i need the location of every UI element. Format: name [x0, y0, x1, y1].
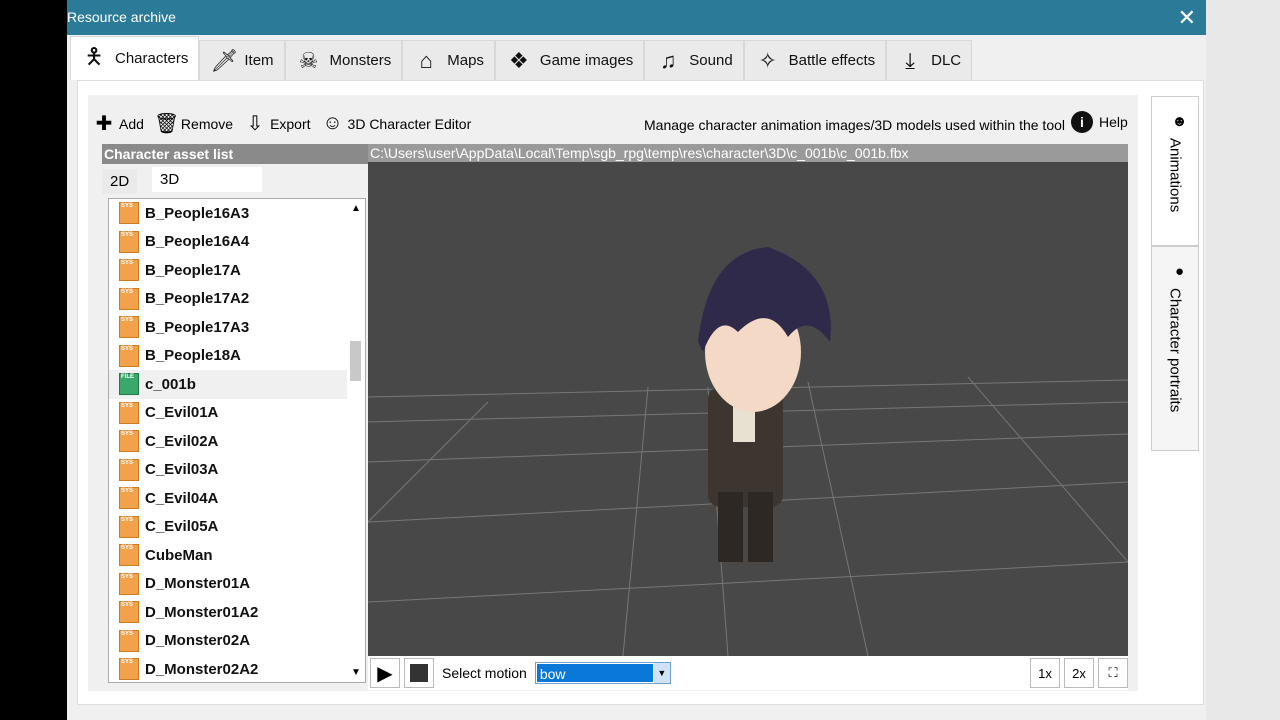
- person-icon: 🯅: [84, 43, 104, 69]
- zoom-2x-button[interactable]: 2x: [1064, 658, 1094, 688]
- 3d-viewer[interactable]: C:\Users\user\AppData\Local\Temp\sgb_rpg…: [367, 144, 1129, 657]
- sys-file-icon: SYS: [119, 544, 139, 567]
- close-icon[interactable]: ✕: [1178, 0, 1196, 35]
- list-item[interactable]: SYS B_People16A3: [109, 199, 365, 228]
- chevron-down-icon: ▼: [653, 663, 670, 683]
- sys-file-icon: SYS: [119, 401, 139, 424]
- sys-file-icon: SYS: [119, 259, 139, 282]
- window-title: Resource archive: [67, 9, 176, 25]
- description-text: Manage character animation images/3D mod…: [644, 117, 1066, 133]
- list-item[interactable]: SYS C_Evil01A: [109, 399, 365, 428]
- sys-file-icon: SYS: [119, 287, 139, 310]
- list-item[interactable]: SYS C_Evil02A: [109, 427, 365, 456]
- help-button[interactable]: i Help: [1071, 111, 1128, 133]
- list-item[interactable]: SYS B_People17A3: [109, 313, 365, 342]
- file-path: C:\Users\user\AppData\Local\Temp\sgb_rpg…: [368, 144, 1128, 162]
- smiley-pencil-icon: ☺: [322, 112, 343, 134]
- tab-battle-effects[interactable]: ✧ Battle effects: [743, 40, 887, 80]
- scroll-up-icon[interactable]: ▲: [347, 203, 365, 214]
- sys-file-icon: SYS: [119, 430, 139, 453]
- content-panel: ✚ Add 🗑 Remove ⇩ Export ☺ 3D Character Edito…: [77, 80, 1204, 705]
- tab-maps[interactable]: ⌂ Maps: [402, 40, 495, 80]
- category-tabs: 🯅 Characters 🗡 Item ☠ Monsters ⌂ Maps ❖ Game imag…: [67, 36, 1206, 80]
- sys-file-icon: SYS: [119, 202, 139, 225]
- tab-2d[interactable]: 2D: [102, 169, 138, 194]
- 3d-character-editor-button[interactable]: ☺ 3D Character Editor: [321, 112, 471, 135]
- add-button[interactable]: ✚ Add: [92, 111, 144, 136]
- list-item[interactable]: SYS D_Monster01A2: [109, 598, 365, 627]
- music-icon: ♫: [660, 47, 677, 73]
- info-icon: i: [1071, 111, 1093, 133]
- scroll-thumb[interactable]: [350, 341, 361, 381]
- sys-file-icon: SYS: [119, 601, 139, 624]
- play-button[interactable]: ▶: [370, 658, 400, 688]
- fullscreen-button[interactable]: ⛶: [1098, 658, 1128, 688]
- list-item[interactable]: FILE c_001b: [109, 370, 365, 399]
- tab-character-portraits[interactable]: ● Character portraits: [1151, 246, 1199, 451]
- toolbar: ✚ Add 🗑 Remove ⇩ Export ☺ 3D Character Edito…: [92, 111, 472, 136]
- tab-animations[interactable]: ☻ Animations: [1151, 96, 1199, 246]
- list-item[interactable]: SYS B_People17A2: [109, 285, 365, 314]
- select-motion-label: Select motion: [442, 665, 527, 681]
- portrait-icon: ●: [1171, 263, 1188, 280]
- motion-select[interactable]: bow ▼: [534, 662, 671, 684]
- tab-dlc[interactable]: ⤓ DLC: [886, 40, 973, 80]
- zoom-1x-button[interactable]: 1x: [1030, 658, 1060, 688]
- sys-file-icon: SYS: [119, 230, 139, 253]
- title-bar: Resource archive ✕: [67, 0, 1206, 35]
- export-icon: ⇩: [246, 113, 264, 135]
- list-scrollbar[interactable]: ▲ ▼: [347, 199, 365, 682]
- tab-sound[interactable]: ♫ Sound: [644, 40, 744, 80]
- desktop-background: [1206, 0, 1280, 720]
- fullscreen-icon: ⛶: [1108, 665, 1118, 680]
- resource-archive-window: Resource archive ✕ 🯅 Characters 🗡 Item ☠ Mons…: [67, 0, 1206, 720]
- box-icon: ❖: [509, 47, 529, 73]
- stop-button[interactable]: [404, 658, 434, 688]
- play-icon: ▶: [377, 662, 393, 685]
- sys-file-icon: SYS: [119, 458, 139, 481]
- tab-monsters[interactable]: ☠ Monsters: [284, 40, 403, 80]
- list-item[interactable]: SYS D_Monster02A: [109, 627, 365, 656]
- trash-icon: 🗑: [153, 113, 180, 135]
- sparkle-icon: ✧: [758, 47, 777, 73]
- list-item[interactable]: SYS B_People18A: [109, 342, 365, 371]
- plus-icon: ✚: [95, 113, 113, 135]
- list-item[interactable]: SYS C_Evil05A: [109, 513, 365, 542]
- tab-item[interactable]: 🗡 Item: [199, 40, 285, 80]
- download-icon: ⤓: [905, 47, 915, 73]
- remove-button[interactable]: 🗑 Remove: [154, 111, 233, 136]
- sys-file-icon: SYS: [119, 487, 139, 510]
- playback-controls: ▶ Select motion bow ▼ 1x 2x ⛶: [368, 656, 1128, 690]
- stop-icon: [410, 664, 428, 682]
- list-item[interactable]: SYS D_Monster01A: [109, 570, 365, 599]
- list-item[interactable]: SYS B_People16A4: [109, 228, 365, 257]
- sys-file-icon: SYS: [119, 629, 139, 652]
- tab-characters[interactable]: 🯅 Characters: [70, 36, 200, 80]
- list-item[interactable]: SYS C_Evil03A: [109, 456, 365, 485]
- sword-icon: 🗡: [210, 47, 239, 73]
- 3d-scene: [367, 247, 1129, 657]
- tab-game-images[interactable]: ❖ Game images: [494, 40, 645, 80]
- sys-file-icon: SYS: [119, 316, 139, 339]
- sys-file-icon: SYS: [119, 572, 139, 595]
- house-icon: ⌂: [419, 47, 433, 73]
- ghost-icon: ☠: [298, 47, 319, 73]
- sys-file-icon: SYS: [119, 344, 139, 367]
- tab-3d[interactable]: 3D: [152, 167, 262, 192]
- list-item[interactable]: SYS CubeMan: [109, 541, 365, 570]
- list-header: Character asset list: [102, 144, 373, 164]
- sys-file-icon: SYS: [119, 658, 139, 681]
- list-item[interactable]: SYS D_Monster02A2: [109, 655, 365, 682]
- list-item[interactable]: SYS C_Evil04A: [109, 484, 365, 513]
- character-asset-list: SYS B_People16A3 SYS B_People16A4 SYS B_Peopl…: [108, 198, 366, 683]
- scroll-down-icon[interactable]: ▼: [347, 667, 365, 678]
- file-icon: FILE: [119, 373, 139, 396]
- list-item[interactable]: SYS B_People17A: [109, 256, 365, 285]
- sys-file-icon: SYS: [119, 515, 139, 538]
- export-button[interactable]: ⇩ Export: [243, 111, 311, 136]
- person-icon: ☻: [1171, 113, 1188, 130]
